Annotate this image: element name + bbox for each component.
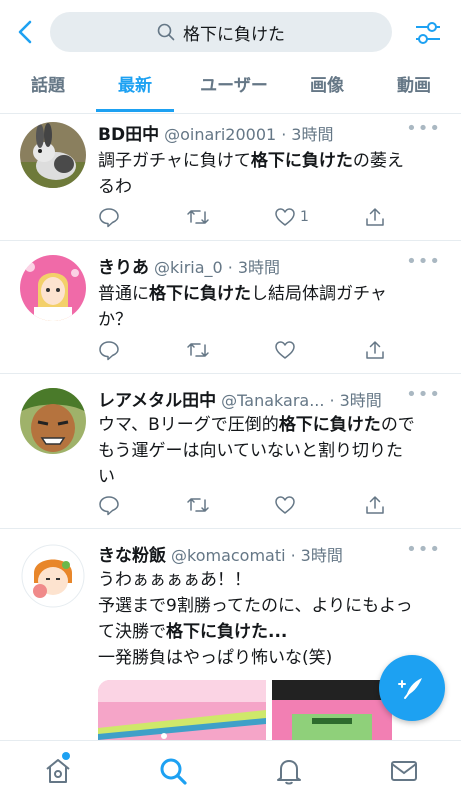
- tab-videos[interactable]: 動画: [378, 64, 450, 114]
- tweet-media-image[interactable]: [272, 680, 392, 740]
- more-options-icon[interactable]: •••: [406, 384, 441, 405]
- home-icon[interactable]: [42, 755, 74, 787]
- tweet-text: 調子ガチャに負けて格下に負けたの萎え るわ: [98, 151, 404, 197]
- timestamp: 3時間: [237, 258, 280, 277]
- search-icon: [157, 23, 175, 41]
- separator-dot: ·: [329, 391, 335, 410]
- retweet-button[interactable]: [186, 494, 210, 516]
- like-heart-icon: [275, 496, 295, 514]
- separator-dot: ·: [227, 258, 233, 277]
- search-query: 格下に負けた: [183, 24, 285, 45]
- reply-button[interactable]: [98, 206, 120, 228]
- display-name[interactable]: きりあ: [98, 253, 149, 278]
- avatar[interactable]: [20, 388, 86, 454]
- tweet-feed[interactable]: BD田中 @oinari20001 · 3時間 ••• 調子ガチャに負けて格下に…: [0, 114, 461, 740]
- like-count: 1: [300, 209, 309, 225]
- home-notification-dot: [62, 752, 70, 760]
- search-tabs: 話題 最新 ユーザー 画像 動画: [0, 64, 461, 114]
- bottom-navigation: [0, 740, 461, 800]
- handle: @oinari20001: [164, 125, 277, 144]
- reply-icon: [99, 208, 119, 228]
- messages-envelope-icon[interactable]: [388, 755, 420, 787]
- tab-people[interactable]: ユーザー: [178, 64, 290, 114]
- tweet[interactable]: レアメタル田中 @Tanakara... · 3時間 ••• ウマ、Bリーグで圧…: [0, 374, 461, 529]
- retweet-icon: [187, 498, 209, 512]
- avatar[interactable]: [20, 122, 86, 188]
- avatar[interactable]: [20, 543, 86, 609]
- like-heart-icon: [275, 341, 295, 359]
- retweet-button[interactable]: [186, 339, 210, 361]
- handle: @kiria_0: [154, 258, 223, 277]
- like-button[interactable]: [274, 339, 296, 361]
- like-heart-icon: [275, 208, 295, 226]
- display-name[interactable]: BD田中: [98, 120, 159, 145]
- retweet-button[interactable]: [186, 206, 210, 228]
- share-button[interactable]: [364, 339, 386, 361]
- tweet-text: うわぁぁぁぁあ！！ 予選まで9割勝ってたのに、よりにもよっ て決勝で格下に負けた…: [98, 570, 413, 668]
- timestamp: 3時間: [300, 546, 343, 565]
- top-bar: 格下に負けた: [0, 0, 461, 64]
- back-chevron-icon[interactable]: [12, 18, 40, 46]
- tweet[interactable]: BD田中 @oinari20001 · 3時間 ••• 調子ガチャに負けて格下に…: [0, 114, 461, 241]
- compose-feather-icon: [398, 678, 422, 699]
- share-icon: [366, 496, 384, 514]
- display-name[interactable]: レアメタル田中: [98, 386, 216, 411]
- share-icon: [366, 208, 384, 226]
- reply-icon: [99, 341, 119, 361]
- tweet-text: 普通に格下に負けたし結局体調ガチャ か？: [98, 284, 387, 330]
- reply-button[interactable]: [98, 494, 120, 516]
- display-name[interactable]: きな粉飯: [98, 541, 166, 566]
- search-input[interactable]: 格下に負けた: [50, 12, 392, 52]
- tweet-text: ウマ、Bリーグで圧倒的格下に負けたので もう運ゲーは向いていないと割り切りた い: [98, 415, 415, 487]
- handle: @komacomati: [171, 546, 286, 565]
- more-options-icon[interactable]: •••: [406, 539, 441, 560]
- handle: @Tanakara...: [221, 391, 325, 410]
- like-button[interactable]: [274, 494, 296, 516]
- share-button[interactable]: [364, 494, 386, 516]
- reply-icon: [99, 496, 119, 516]
- more-options-icon[interactable]: •••: [406, 251, 441, 272]
- tab-latest[interactable]: 最新: [96, 64, 174, 114]
- share-button[interactable]: [364, 206, 386, 228]
- separator-dot: ·: [281, 125, 287, 144]
- filter-sliders-icon[interactable]: [413, 18, 443, 48]
- timestamp: 3時間: [291, 125, 334, 144]
- retweet-icon: [187, 210, 209, 224]
- tweet[interactable]: きりあ @kiria_0 · 3時間 ••• 普通に格下に負けたし結局体調ガチャ…: [0, 241, 461, 374]
- avatar[interactable]: [20, 255, 86, 321]
- like-button[interactable]: 1: [274, 206, 309, 228]
- separator-dot: ·: [290, 546, 296, 565]
- reply-button[interactable]: [98, 339, 120, 361]
- tweet-media-image[interactable]: [98, 680, 266, 740]
- explore-search-icon[interactable]: [157, 755, 189, 787]
- more-options-icon[interactable]: •••: [406, 118, 441, 139]
- notifications-bell-icon[interactable]: [273, 755, 305, 787]
- compose-tweet-button[interactable]: [379, 655, 445, 721]
- share-icon: [366, 341, 384, 359]
- active-tab-indicator: [96, 109, 174, 112]
- tab-photos[interactable]: 画像: [292, 64, 362, 114]
- timestamp: 3時間: [339, 391, 382, 410]
- retweet-icon: [187, 343, 209, 357]
- tab-top[interactable]: 話題: [0, 64, 96, 114]
